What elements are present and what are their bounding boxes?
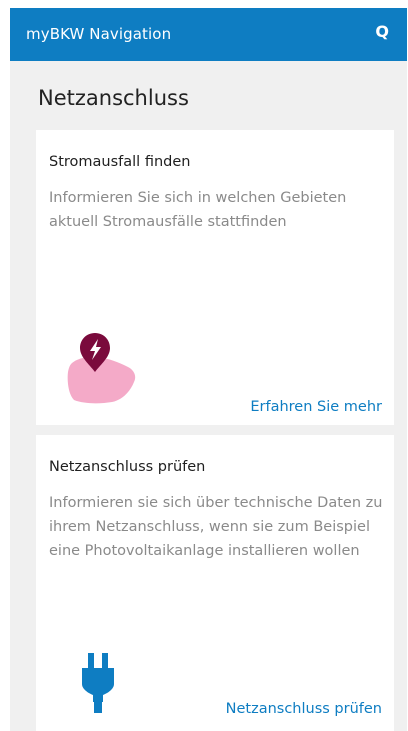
- page-title: Netzanschluss: [38, 86, 189, 110]
- card-description: Informieren Sie sich in welchen Gebieten…: [49, 190, 347, 230]
- card-netzanschluss[interactable]: Netzanschluss prüfen Informieren sie sic…: [36, 435, 394, 731]
- app-title: myBKW Navigation: [26, 25, 172, 43]
- card-title: Stromausfall finden: [49, 154, 191, 170]
- app-bar-action-button[interactable]: Q: [375, 22, 389, 41]
- app-screen: myBKW Navigation Q Netzanschluss Stromau…: [10, 8, 407, 731]
- card-title: Netzanschluss prüfen: [49, 459, 206, 475]
- viewport: myBKW Navigation Q Netzanschluss Stromau…: [0, 0, 408, 731]
- power-outage-map-icon: [67, 333, 136, 404]
- card-description: Informieren sie sich über technische Dat…: [49, 495, 383, 559]
- app-bar: myBKW Navigation Q: [10, 8, 407, 61]
- card-stromausfall[interactable]: Stromausfall finden Informieren Sie sich…: [36, 130, 394, 425]
- learn-more-link[interactable]: Erfahren Sie mehr: [250, 399, 382, 415]
- power-plug-icon: [82, 653, 114, 713]
- check-connection-link[interactable]: Netzanschluss prüfen: [226, 701, 382, 717]
